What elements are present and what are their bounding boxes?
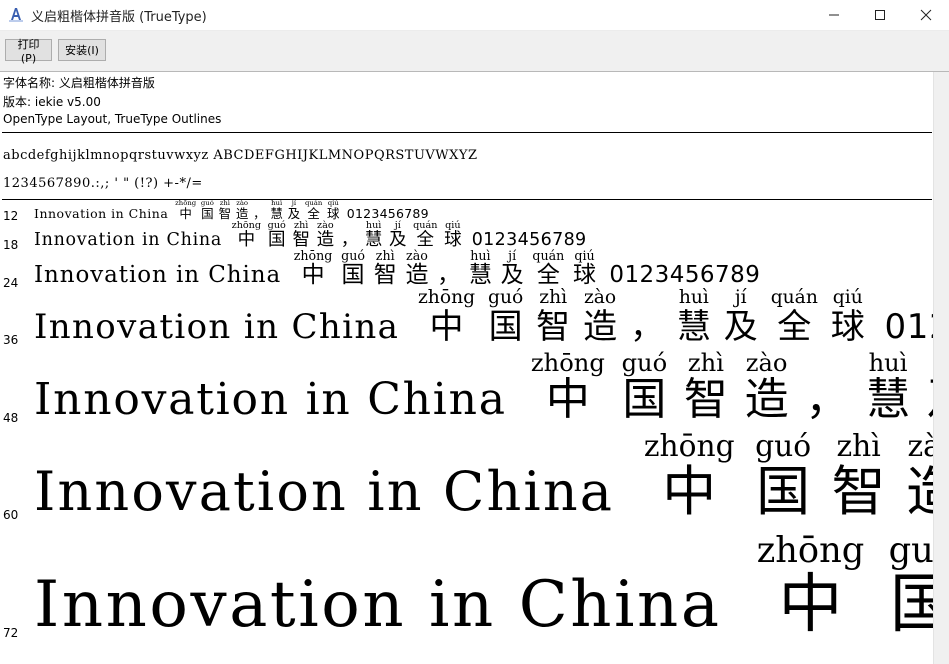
hanzi-char: 国 xyxy=(756,459,811,523)
hanzi-with-pinyin: zhōng 中 xyxy=(757,533,865,637)
hanzi-with-pinyin: quán 全 xyxy=(771,288,818,347)
hanzi-char: 中 xyxy=(429,306,464,347)
hanzi-char: 中 xyxy=(662,459,717,523)
sample-english: Innovation in China xyxy=(34,373,507,425)
size-label: 60 xyxy=(3,508,19,522)
hanzi-char: 慧 xyxy=(866,373,911,425)
hanzi-with-pinyin: zhōng 中 xyxy=(418,288,475,347)
hanzi-with-pinyin: ， xyxy=(630,289,664,344)
hanzi-char: 中 xyxy=(778,567,843,642)
hanzi-with-pinyin: zhì 智 xyxy=(536,288,571,347)
sample-english: Innovation in China xyxy=(34,567,722,642)
hanzi-char: 全 xyxy=(777,306,812,347)
hanzi-with-pinyin: huì 慧 xyxy=(866,350,911,425)
hanzi-char: 中 xyxy=(545,373,590,425)
version-line: 版本: iekie v5.00 xyxy=(3,95,101,109)
install-button[interactable]: 安装(I) xyxy=(58,39,106,61)
hanzi-with-pinyin: guó国 xyxy=(488,288,523,347)
title-bar: 义启粗楷体拼音版 (TrueType) xyxy=(0,0,949,31)
hanzi-with-pinyin: zào造 xyxy=(583,288,618,347)
hanzi-with-pinyin: qiú 球 xyxy=(830,288,865,347)
hanzi-char: 智 xyxy=(536,306,571,347)
sample-digits: 0123456789 xyxy=(884,306,933,347)
sample-english: Innovation in China xyxy=(34,306,400,347)
print-button[interactable]: 打印(P) xyxy=(5,38,52,65)
minimize-icon xyxy=(829,14,839,16)
font-app-icon xyxy=(9,8,23,22)
size-label: 72 xyxy=(3,626,19,640)
charset-digits-symbols: 1234567890.:,; ' " (!?) +-*/= xyxy=(3,176,203,191)
size-label: 24 xyxy=(3,276,19,290)
font-name-line: 字体名称: 义启粗楷体拼音版 xyxy=(3,76,155,90)
hanzi-char: 及 xyxy=(723,306,758,347)
sample-row: Innovation in China zhōng中 guó国 zhì智 zào造 ， h… xyxy=(34,341,933,422)
hanzi-char: 国 xyxy=(488,306,523,347)
hanzi-char: 造 xyxy=(906,464,933,519)
hanzi-with-pinyin: guó国 xyxy=(889,533,933,637)
hanzi-with-pinyin: guó国 xyxy=(755,431,811,523)
size-label: 36 xyxy=(3,333,19,347)
hanzi-char: 球 xyxy=(830,306,865,347)
hanzi-char: 造 xyxy=(583,306,618,347)
hanzi-char: 国 xyxy=(622,373,667,425)
hanzi-char: ， xyxy=(629,306,664,347)
sample-row: Innovation in China zhōng中 guó国 zhì智 zào造 ， h… xyxy=(34,281,933,344)
close-button[interactable] xyxy=(903,0,949,30)
hanzi-with-pinyin: guó国 xyxy=(622,350,668,425)
minimize-button[interactable] xyxy=(811,0,857,30)
outlines-line: OpenType Layout, TrueType Outlines xyxy=(3,112,222,126)
size-label: 48 xyxy=(3,411,19,425)
vertical-scrollbar[interactable] xyxy=(933,72,949,664)
maximize-icon xyxy=(875,10,885,20)
hanzi-char: 智 xyxy=(831,459,886,523)
size-label: 18 xyxy=(3,238,19,252)
close-icon xyxy=(920,9,932,21)
hanzi-char: 造 xyxy=(744,373,789,425)
toolbar: 打印(P) 安装(I) xyxy=(0,31,949,72)
hanzi-with-pinyin: huì 慧 xyxy=(676,288,711,347)
hanzi-with-pinyin: zào造 xyxy=(744,350,789,425)
sample-row: Innovation in Chinazhōng中guó国zhì智zào造 ，h… xyxy=(34,419,933,519)
sample-row: Innovation in Chinazhōng中guó国zhì智zào造 ，h… xyxy=(34,519,933,637)
size-label: 12 xyxy=(3,209,19,223)
hanzi-with-pinyin: zhì 智 xyxy=(831,431,886,523)
charset-letters: abcdefghijklmnopqrstuvwxyz ABCDEFGHIJKLM… xyxy=(3,148,478,163)
divider xyxy=(2,132,932,133)
maximize-button[interactable] xyxy=(857,0,903,30)
font-preview-pane: 字体名称: 义启粗楷体拼音版 版本: iekie v5.00 OpenType … xyxy=(0,72,933,664)
hanzi-with-pinyin: zhì 智 xyxy=(683,350,728,425)
hanzi-with-pinyin: zhōng 中 xyxy=(644,431,735,523)
hanzi-char: 智 xyxy=(683,373,728,425)
hanzi-with-pinyin: ， xyxy=(805,351,849,422)
hanzi-with-pinyin: jí及 xyxy=(723,288,758,347)
hanzi-with-pinyin: zhōng 中 xyxy=(531,350,605,425)
hanzi-char: 国 xyxy=(889,567,933,642)
hanzi-char: ， xyxy=(805,373,850,425)
window-title: 义启粗楷体拼音版 (TrueType) xyxy=(31,10,207,25)
sample-english: Innovation in China xyxy=(34,459,615,523)
hanzi-with-pinyin: zào造 xyxy=(906,431,933,519)
hanzi-char: 慧 xyxy=(676,306,711,347)
